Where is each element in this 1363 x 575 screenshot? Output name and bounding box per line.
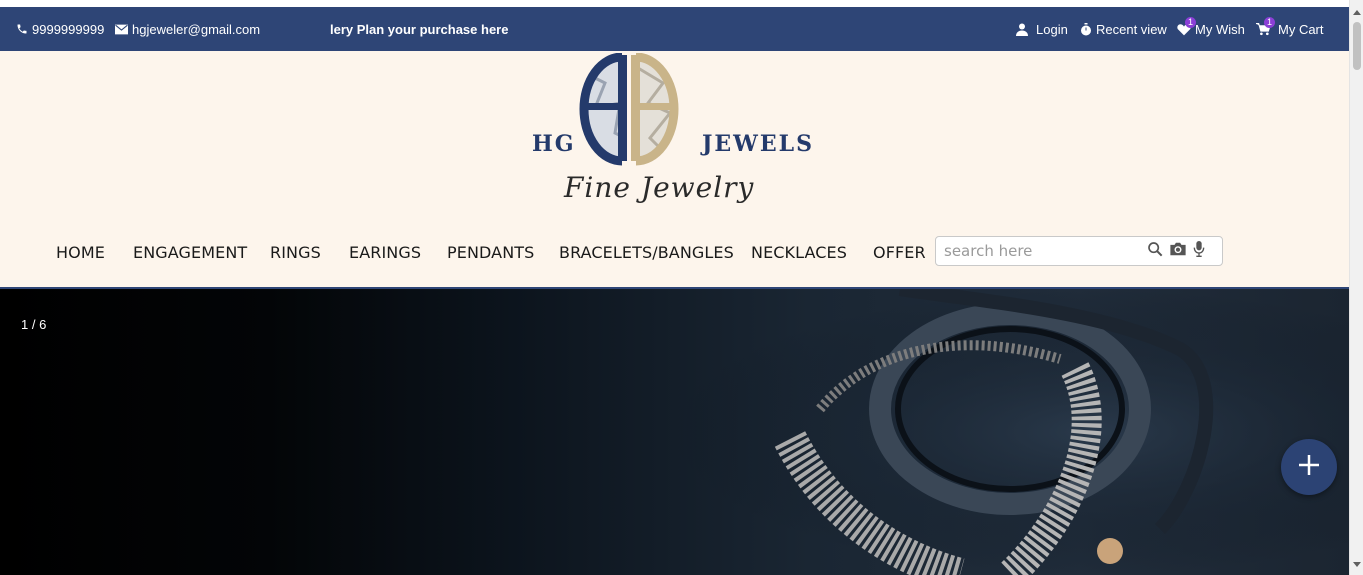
camera-icon[interactable] xyxy=(1169,242,1187,261)
phone-number: 9999999999 xyxy=(32,21,105,37)
slide-counter: 1 / 6 xyxy=(21,317,47,332)
email-address: hgjeweler@gmail.com xyxy=(132,21,261,37)
top-gap xyxy=(0,0,1349,7)
logo-jewels-text: JEWELS xyxy=(702,131,815,157)
scroll-down-arrow-icon[interactable] xyxy=(1353,562,1361,567)
logo-hg-text: HG xyxy=(532,131,576,157)
nav-rings[interactable]: RINGS xyxy=(270,236,321,268)
marquee-text: lery Plan your purchase here xyxy=(330,21,509,37)
search-input[interactable] xyxy=(936,242,1141,260)
hero-slider[interactable]: 1 / 6 xyxy=(0,289,1349,575)
floating-action-button[interactable] xyxy=(1281,439,1337,495)
page-scrollbar[interactable] xyxy=(1349,0,1363,575)
wishlist-label: My Wish xyxy=(1195,21,1245,37)
scrollbar-thumb[interactable] xyxy=(1353,22,1361,70)
necklace-banner-image xyxy=(500,289,1349,575)
cart-icon: 1 xyxy=(1256,16,1275,36)
user-icon xyxy=(1016,23,1028,36)
nav-home[interactable]: HOME xyxy=(56,236,105,268)
microphone-icon[interactable] xyxy=(1193,240,1205,262)
nav-engagement[interactable]: ENGAGEMENT xyxy=(133,236,247,268)
email-contact[interactable]: hgjeweler@gmail.com xyxy=(115,7,260,51)
login-label: Login xyxy=(1036,21,1068,37)
logo-tagline: Fine Jewelry xyxy=(564,171,755,204)
phone-icon xyxy=(16,23,28,35)
cart-link[interactable]: 1 My Cart xyxy=(1256,7,1324,51)
phone-contact[interactable]: 9999999999 xyxy=(16,7,104,51)
heart-icon: 1 xyxy=(1177,16,1196,36)
nav-offer[interactable]: OFFER xyxy=(873,236,926,268)
top-info-bar: 9999999999 hgjeweler@gmail.com lery Plan… xyxy=(0,7,1349,51)
search-icon[interactable] xyxy=(1147,241,1163,262)
login-link[interactable]: Login xyxy=(1016,7,1068,51)
brand-logo[interactable]: HG JEWELS Fine Jewelry xyxy=(530,53,825,215)
cart-label: My Cart xyxy=(1278,21,1324,37)
nav-pendants[interactable]: PENDANTS xyxy=(447,236,534,268)
stopwatch-icon xyxy=(1080,22,1092,36)
nav-necklaces[interactable]: NECKLACES xyxy=(751,236,847,268)
wishlist-count-badge: 1 xyxy=(1185,16,1196,28)
site-header: HG JEWELS Fine Jewelry HOME ENGAGEMENT R… xyxy=(0,51,1349,287)
wishlist-link[interactable]: 1 My Wish xyxy=(1177,7,1245,51)
recent-view-label: Recent view xyxy=(1096,21,1167,37)
mail-icon xyxy=(115,24,128,35)
main-nav: HOME ENGAGEMENT RINGS EARINGS PENDANTS B… xyxy=(0,236,1349,268)
nav-bracelets-bangles[interactable]: BRACELETS/BANGLES xyxy=(559,236,734,268)
announcement-marquee: lery Plan your purchase here xyxy=(330,7,510,51)
cart-count-badge: 1 xyxy=(1264,16,1275,28)
scroll-up-arrow-icon[interactable] xyxy=(1353,10,1361,15)
search-box xyxy=(935,236,1223,266)
nav-earings[interactable]: EARINGS xyxy=(349,236,421,268)
recent-view-link[interactable]: Recent view xyxy=(1080,7,1167,51)
plus-icon xyxy=(1298,454,1320,481)
